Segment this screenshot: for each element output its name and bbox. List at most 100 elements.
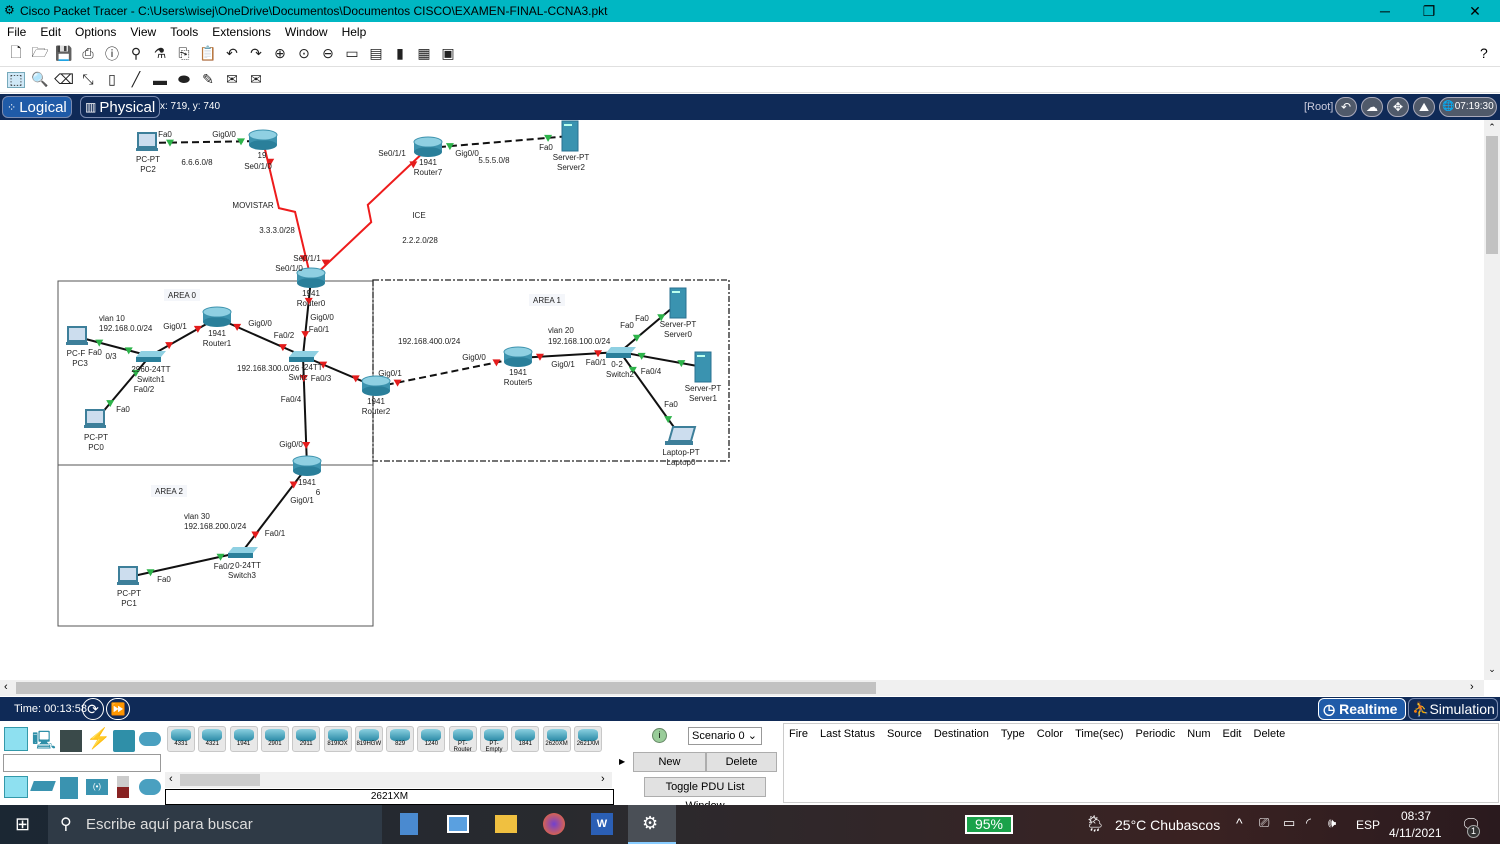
meet-icon[interactable]: ⎚ — [1259, 815, 1269, 831]
draw-rect-icon[interactable]: ▬ — [151, 72, 169, 88]
device-router2[interactable] — [361, 375, 391, 396]
category-connections-icon[interactable]: ⚡ — [86, 726, 111, 750]
device-router7[interactable] — [413, 136, 443, 157]
freeform-icon[interactable]: ✎ — [199, 71, 217, 88]
save-icon[interactable]: 💾 — [55, 45, 73, 62]
realtime-tab[interactable]: ◷ Realtime — [1318, 698, 1406, 720]
logical-workspace[interactable]: PC-PTPC2191941Router7Server-PTServer2194… — [0, 120, 1484, 680]
category-multiuser-icon[interactable] — [139, 732, 161, 746]
device-model-2621xm[interactable]: 2621XM — [573, 726, 602, 752]
area-2-box[interactable] — [57, 464, 374, 627]
complex-pdu-icon[interactable]: ✉ — [247, 71, 265, 88]
link-switch2-server1[interactable] — [619, 351, 704, 368]
image-icon[interactable]: ▣ — [439, 45, 457, 62]
copy-icon[interactable]: ⎘ — [175, 45, 193, 62]
menu-file[interactable]: File — [0, 25, 33, 39]
vertical-scrollbar[interactable]: ⌃ ⌄ — [1484, 120, 1500, 680]
cluster-icon[interactable]: ▦ — [415, 45, 433, 62]
horizontal-scroll-thumb[interactable] — [16, 682, 876, 694]
scroll-left-icon[interactable]: ‹ — [4, 681, 8, 693]
subcategory-wan-emulation-icon[interactable] — [139, 779, 161, 795]
device-switch3[interactable] — [228, 547, 258, 558]
maximize-button[interactable]: ❐ — [1406, 0, 1452, 22]
link-router7-router0[interactable] — [310, 147, 429, 280]
taskbar-search[interactable]: ⚲ Escribe aquí para buscar — [48, 805, 382, 844]
model-scroll-thumb[interactable] — [180, 774, 260, 786]
tab-logical[interactable]: ⁘ Logical — [2, 96, 72, 118]
activity-icon[interactable]: ⚗ — [151, 45, 169, 62]
draw-line-icon[interactable]: ╱ — [127, 71, 145, 88]
device-model-819hgw[interactable]: 819HGW — [354, 726, 383, 752]
device-model-4331[interactable]: 4331 — [167, 726, 195, 752]
device-switch2[interactable] — [606, 347, 636, 358]
zoom-reset-icon[interactable]: ⊙ — [295, 45, 313, 62]
undo-icon[interactable]: ↶ — [223, 45, 241, 62]
delete-scenario-button[interactable]: Delete — [706, 752, 777, 772]
toggle-pdu-list-button[interactable]: Toggle PDU List Window — [644, 777, 766, 812]
word-app-icon[interactable]: W — [591, 813, 613, 835]
device-model-pt-router[interactable]: PT-Router — [448, 726, 477, 753]
battery-percentage[interactable]: 95% — [965, 815, 1013, 834]
control-panel-app-icon[interactable] — [447, 815, 469, 833]
expand-arrow-icon[interactable]: ▶ — [619, 757, 625, 766]
fast-forward-icon[interactable]: ⏩ — [106, 698, 130, 720]
back-icon[interactable]: ↶ — [1335, 97, 1357, 117]
menu-tools[interactable]: Tools — [163, 25, 205, 39]
power-cycle-icon[interactable]: ⟳ — [82, 698, 104, 720]
battery-icon[interactable]: ▭ — [1283, 815, 1295, 831]
custom-device-icon[interactable]: ▮ — [391, 45, 409, 62]
device-model-2911[interactable]: 2911 — [292, 726, 321, 752]
rectangle-icon[interactable]: ▭ — [343, 45, 361, 62]
background-image-icon[interactable]: ⛰ — [1413, 97, 1435, 117]
info-icon[interactable]: ⓘ — [103, 46, 121, 62]
subcategory-security-icon[interactable] — [117, 776, 129, 798]
help-icon[interactable]: ? — [1480, 45, 1488, 61]
device-pc0[interactable] — [84, 409, 106, 428]
redo-icon[interactable]: ↷ — [247, 45, 265, 62]
device-search-field[interactable] — [3, 754, 161, 772]
device-model-2620xm[interactable]: 2620XM — [542, 726, 571, 752]
device-router6[interactable] — [292, 455, 322, 476]
inspect-icon[interactable]: 🔍 — [31, 71, 49, 88]
device-model-819iox[interactable]: 819IOX — [323, 726, 352, 752]
file-explorer-app-icon[interactable] — [495, 815, 517, 833]
packet-tracer-app-icon[interactable]: ⚙ — [628, 805, 676, 844]
volume-icon[interactable]: 🕪 — [1328, 815, 1336, 831]
chevron-up-icon[interactable]: ^ — [1236, 815, 1243, 831]
select-icon[interactable]: ⬚ — [7, 71, 25, 88]
delete-icon[interactable]: ⌫ — [54, 71, 74, 88]
category-misc-icon[interactable] — [113, 730, 135, 752]
device-router1[interactable] — [202, 306, 232, 327]
subcategory-routers[interactable] — [4, 776, 28, 798]
horizontal-scrollbar[interactable]: ‹ › — [0, 680, 1484, 696]
draw-ellipse-icon[interactable]: ⬬ — [175, 71, 193, 88]
scroll-left-icon[interactable]: ‹ — [169, 773, 173, 785]
note-icon[interactable]: ▯ — [103, 71, 121, 88]
device-model-1841[interactable]: 1841 — [511, 726, 540, 752]
device-server1[interactable] — [694, 351, 712, 383]
simple-pdu-icon[interactable]: ✉ — [223, 71, 241, 88]
vertical-scroll-thumb[interactable] — [1486, 136, 1498, 254]
menu-extensions[interactable]: Extensions — [205, 25, 278, 39]
model-scrollbar[interactable]: ‹ › — [165, 772, 612, 788]
menu-help[interactable]: Help — [335, 25, 374, 39]
menu-window[interactable]: Window — [278, 25, 335, 39]
subcategory-hubs-icon[interactable] — [60, 777, 78, 799]
device-pc2[interactable] — [136, 132, 158, 151]
new-icon[interactable]: 🗋 — [7, 44, 25, 62]
wifi-icon[interactable]: ◜ — [1306, 815, 1311, 831]
device-laptop0[interactable] — [665, 426, 697, 445]
subcategory-wireless-icon[interactable]: (•) — [86, 779, 108, 795]
link-pc2-routertop[interactable] — [147, 138, 264, 147]
subcategory-switches-icon[interactable] — [30, 781, 56, 791]
close-button[interactable]: ✕ — [1452, 0, 1498, 22]
zoom-in-icon[interactable]: ⊕ — [271, 45, 289, 62]
info-icon[interactable]: i — [652, 728, 667, 743]
scroll-up-icon[interactable]: ⌃ — [1484, 122, 1500, 133]
category-components-icon[interactable] — [60, 730, 82, 752]
simulation-tab[interactable]: ⛹Simulation — [1408, 698, 1498, 720]
menu-view[interactable]: View — [123, 25, 163, 39]
device-model-1240[interactable]: 1240 — [417, 726, 446, 752]
cluster-cloud-icon[interactable]: ☁ — [1361, 97, 1383, 117]
clock-button[interactable]: 🌐07:19:30 — [1439, 97, 1497, 117]
